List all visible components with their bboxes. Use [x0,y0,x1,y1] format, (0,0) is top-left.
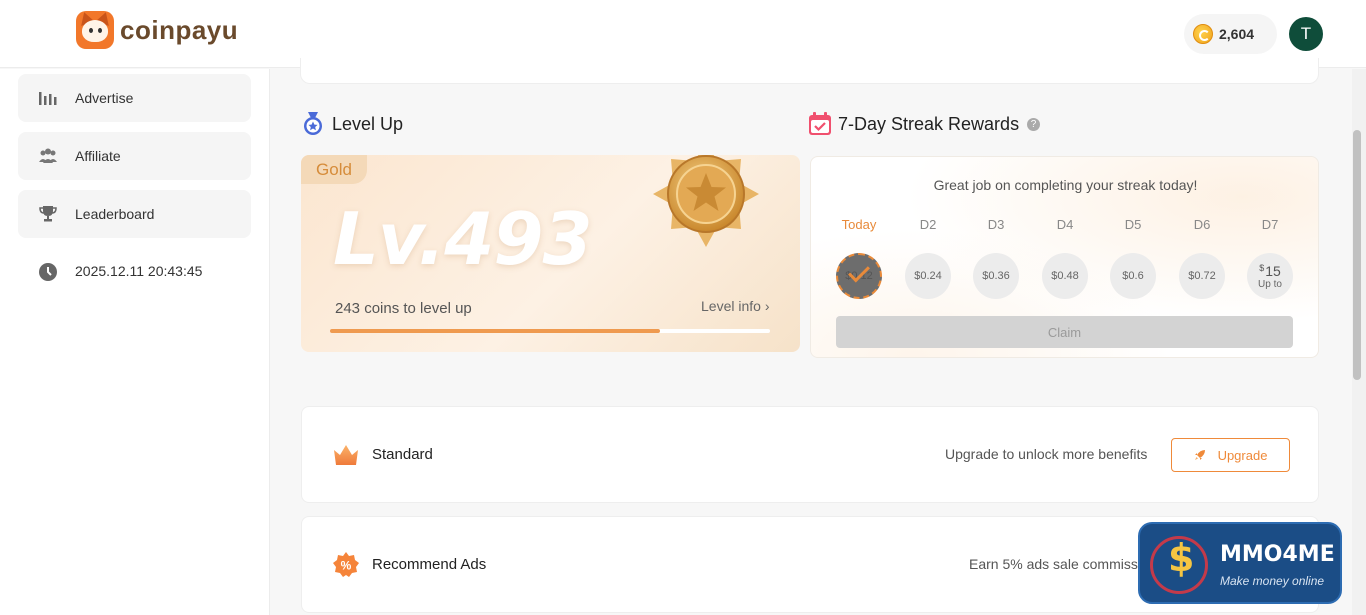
reward-d5: $0.6 [1110,253,1156,299]
crown-icon [334,445,358,465]
streak-title: 7-Day Streak Rewards [838,113,1020,134]
trophy-icon [38,205,58,223]
watermark-subtitle: Make money online [1220,574,1325,588]
reward-value: $0.6 [1122,270,1144,282]
coin-balance-pill[interactable]: 2,604 [1184,14,1277,54]
reward-currency: $ [1259,262,1265,273]
level-card: Gold Lv.493 243 coins to level up Level … [301,155,800,352]
sidebar-datetime: 2025.12.11 20:43:45 [18,247,251,295]
reward-d3: $0.36 [973,253,1019,299]
reward-value: $0.36 [982,270,1010,282]
bar-chart-icon [38,89,58,107]
help-icon[interactable]: ? [1027,117,1041,131]
reward-d7: $15 Up to [1247,253,1293,299]
reward-d4: $0.48 [1042,253,1088,299]
reward-value: $0.72 [1188,270,1216,282]
medal-icon [302,112,324,136]
sidebar-item-label: Advertise [75,90,134,106]
fox-logo-icon [76,11,114,49]
reward-sub: Up to [1258,278,1282,290]
upgrade-button[interactable]: Upgrade [1171,438,1290,472]
watermark-title: MMO4ME [1220,542,1335,567]
level-up-heading: Level Up [302,112,403,136]
reward-d6: $0.72 [1179,253,1225,299]
gold-star-medal-icon [653,155,759,247]
coin-balance: 2,604 [1219,26,1255,42]
rocket-icon [1194,449,1206,461]
level-number: Lv.493 [333,197,593,281]
reward-today: $0.12 [836,253,882,299]
streak-card: Great job on completing your streak toda… [810,156,1319,358]
logo-text: coinpayu [120,14,239,45]
level-progress-fill [330,329,660,333]
sidebar-item-label: Affiliate [75,148,121,164]
reward-amount: 15 [1265,262,1281,279]
sidebar-item-label: Leaderboard [75,206,155,222]
sidebar-item-affiliate[interactable]: Affiliate [18,132,251,180]
day-label-today: Today [841,217,877,232]
reward-d2: $0.24 [905,253,951,299]
recommend-ads-title: Recommend Ads [372,556,487,573]
clock-icon [38,262,58,281]
claim-button[interactable]: Claim [836,316,1293,348]
membership-title: Standard [372,446,433,463]
level-up-title: Level Up [332,113,404,134]
streak-heading: 7-Day Streak Rewards ? [808,112,1041,136]
membership-description: Upgrade to unlock more benefits [945,446,1148,462]
top-card-remnant [300,58,1319,84]
level-progress-bar [330,329,770,333]
recommend-ads-description: Earn 5% ads sale commissio [969,556,1149,572]
level-info-link[interactable]: Level info › [701,298,770,314]
streak-message: Great job on completing your streak toda… [933,177,1198,193]
membership-card: Standard Upgrade to unlock more benefits… [301,406,1319,503]
users-icon [38,147,58,165]
calendar-check-icon [808,112,831,136]
day-label-d2: D2 [919,217,937,232]
day-label-d4: D4 [1056,217,1074,232]
coins-to-level-text: 243 coins to level up [335,300,472,317]
datetime-text: 2025.12.11 20:43:45 [75,263,203,279]
tier-badge: Gold [301,155,367,184]
coin-icon [1193,24,1213,44]
user-avatar[interactable]: T [1289,17,1323,51]
coinpayu-logo[interactable]: coinpayu [76,11,238,49]
svg-text:%: % [341,559,352,573]
level-info-label: Level info [701,298,761,314]
reward-value: $15 [1259,263,1281,279]
reward-value: $0.24 [914,270,942,282]
day-label-d5: D5 [1124,217,1142,232]
day-label-d6: D6 [1193,217,1211,232]
discount-badge-icon: % [333,552,359,577]
day-label-d3: D3 [987,217,1005,232]
sidebar-item-advertise[interactable]: Advertise [18,74,251,122]
reward-value: $0.48 [1051,270,1079,282]
chevron-right-icon: › [764,298,770,314]
sidebar-item-leaderboard[interactable]: Leaderboard [18,190,251,238]
day-label-d7: D7 [1261,217,1279,232]
dollar-icon: $ [1168,536,1195,580]
sidebar: Advertise Affiliate Leaderboard 2025.12.… [0,69,270,615]
scrollbar-thumb[interactable] [1353,130,1361,380]
upgrade-label: Upgrade [1217,447,1268,463]
mmo4me-watermark: $ MMO4ME Make money online [1138,522,1342,604]
